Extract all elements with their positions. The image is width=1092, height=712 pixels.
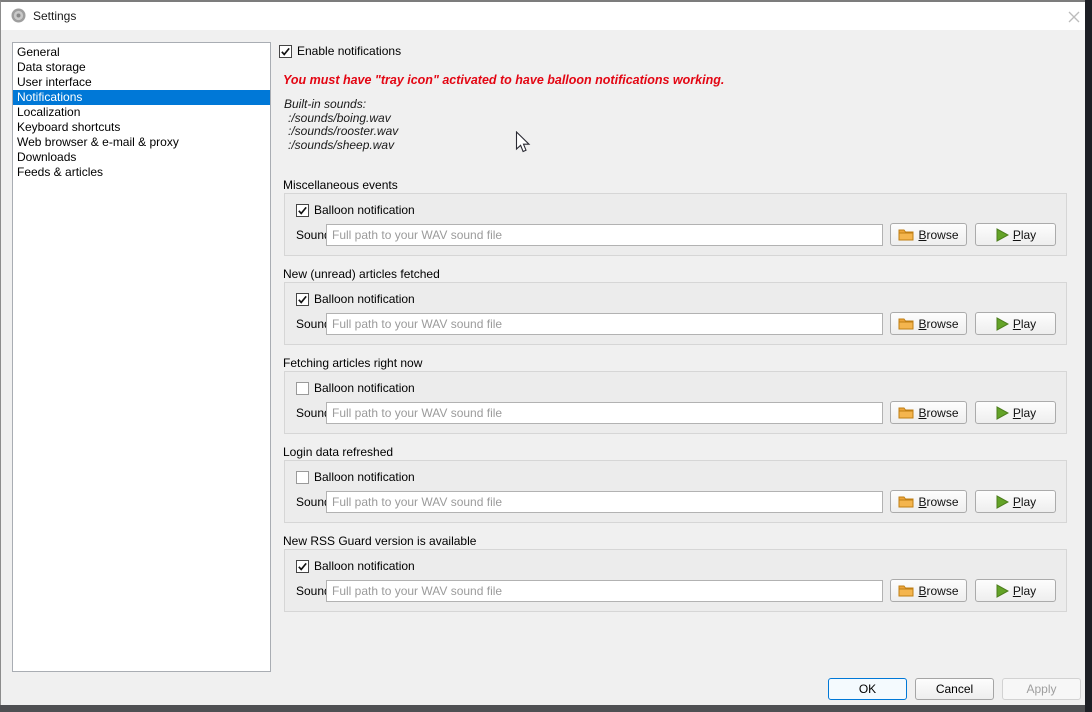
enable-notifications-label: Enable notifications bbox=[297, 44, 401, 58]
enable-notifications-row: Enable notifications bbox=[279, 44, 401, 58]
play-icon bbox=[995, 228, 1009, 242]
apply-button[interactable]: Apply bbox=[1002, 678, 1081, 700]
folder-icon bbox=[898, 317, 914, 330]
builtin-sound-path: :/sounds/boing.wav bbox=[284, 112, 398, 126]
sound-label: Sound bbox=[296, 406, 323, 420]
balloon-notification-label: Balloon notification bbox=[314, 470, 415, 484]
builtin-sounds-title: Built-in sounds: bbox=[284, 98, 398, 112]
sidebar-item-localization[interactable]: Localization bbox=[13, 105, 270, 120]
section-box: Balloon notification Sound Browse bbox=[284, 549, 1067, 612]
sound-label: Sound bbox=[296, 228, 323, 242]
desktop-edge-right bbox=[1085, 0, 1092, 712]
sound-path-input[interactable] bbox=[326, 580, 883, 602]
balloon-notification-label: Balloon notification bbox=[314, 292, 415, 306]
balloon-notification-checkbox[interactable] bbox=[296, 293, 309, 306]
play-button[interactable]: Play bbox=[975, 223, 1056, 246]
section-box: Balloon notification Sound Browse bbox=[284, 371, 1067, 434]
sidebar-item-web-browser-email-proxy[interactable]: Web browser & e-mail & proxy bbox=[13, 135, 270, 150]
section-title: Login data refreshed bbox=[283, 445, 1068, 457]
sound-path-input[interactable] bbox=[326, 224, 883, 246]
settings-categories-list: General Data storage User interface Noti… bbox=[12, 42, 271, 672]
sidebar-item-feeds-articles[interactable]: Feeds & articles bbox=[13, 165, 270, 180]
close-button[interactable] bbox=[1066, 9, 1082, 24]
desktop: Settings General Data storage User inter… bbox=[0, 0, 1092, 712]
desktop-edge-bottom bbox=[0, 705, 1085, 712]
play-button[interactable]: Play bbox=[975, 312, 1056, 335]
browse-button[interactable]: Browse bbox=[890, 490, 967, 513]
browse-button[interactable]: Browse bbox=[890, 579, 967, 602]
sidebar-item-user-interface[interactable]: User interface bbox=[13, 75, 270, 90]
builtin-sound-path: :/sounds/rooster.wav bbox=[284, 125, 398, 139]
settings-gear-icon bbox=[11, 8, 26, 23]
section-miscellaneous-events: Miscellaneous events Balloon notificatio… bbox=[283, 178, 1068, 256]
sound-path-input[interactable] bbox=[326, 491, 883, 513]
balloon-notification-checkbox[interactable] bbox=[296, 204, 309, 217]
tray-icon-warning-text: You must have "tray icon" activated to h… bbox=[283, 73, 724, 87]
section-title: New RSS Guard version is available bbox=[283, 534, 1068, 546]
sound-label: Sound bbox=[296, 317, 323, 331]
sidebar-item-general[interactable]: General bbox=[13, 45, 270, 60]
section-new-articles-fetched: New (unread) articles fetched Balloon no… bbox=[283, 267, 1068, 345]
balloon-notification-label: Balloon notification bbox=[314, 559, 415, 573]
balloon-notification-checkbox[interactable] bbox=[296, 382, 309, 395]
play-button[interactable]: Play bbox=[975, 401, 1056, 424]
sound-path-input[interactable] bbox=[326, 402, 883, 424]
window-title: Settings bbox=[33, 2, 76, 30]
play-icon bbox=[995, 317, 1009, 331]
section-login-data-refreshed: Login data refreshed Balloon notificatio… bbox=[283, 445, 1068, 523]
balloon-notification-label: Balloon notification bbox=[314, 203, 415, 217]
play-icon bbox=[995, 584, 1009, 598]
folder-icon bbox=[898, 495, 914, 508]
sidebar-item-keyboard-shortcuts[interactable]: Keyboard shortcuts bbox=[13, 120, 270, 135]
browse-button[interactable]: Browse bbox=[890, 312, 967, 335]
title-bar[interactable]: Settings bbox=[1, 2, 1085, 30]
balloon-notification-label: Balloon notification bbox=[314, 381, 415, 395]
folder-icon bbox=[898, 584, 914, 597]
play-icon bbox=[995, 406, 1009, 420]
ok-button[interactable]: OK bbox=[828, 678, 907, 700]
folder-icon bbox=[898, 228, 914, 241]
close-icon bbox=[1068, 11, 1080, 23]
cancel-button[interactable]: Cancel bbox=[915, 678, 994, 700]
section-new-version-available: New RSS Guard version is available Ballo… bbox=[283, 534, 1068, 612]
sidebar-item-downloads[interactable]: Downloads bbox=[13, 150, 270, 165]
builtin-sounds-block: Built-in sounds: :/sounds/boing.wav :/so… bbox=[284, 98, 398, 152]
play-icon bbox=[995, 495, 1009, 509]
enable-notifications-checkbox[interactable] bbox=[279, 45, 292, 58]
balloon-notification-checkbox[interactable] bbox=[296, 471, 309, 484]
browse-button[interactable]: Browse bbox=[890, 223, 967, 246]
section-title: Miscellaneous events bbox=[283, 178, 1068, 190]
section-fetching-articles: Fetching articles right now Balloon noti… bbox=[283, 356, 1068, 434]
play-button[interactable]: Play bbox=[975, 579, 1056, 602]
section-title: Fetching articles right now bbox=[283, 356, 1068, 368]
settings-window: Settings General Data storage User inter… bbox=[0, 0, 1085, 705]
builtin-sound-path: :/sounds/sheep.wav bbox=[284, 139, 398, 153]
balloon-notification-checkbox[interactable] bbox=[296, 560, 309, 573]
sound-label: Sound bbox=[296, 495, 323, 509]
sidebar-item-notifications[interactable]: Notifications bbox=[13, 90, 270, 105]
sound-path-input[interactable] bbox=[326, 313, 883, 335]
play-button[interactable]: Play bbox=[975, 490, 1056, 513]
section-title: New (unread) articles fetched bbox=[283, 267, 1068, 279]
sidebar-item-data-storage[interactable]: Data storage bbox=[13, 60, 270, 75]
section-box: Balloon notification Sound Browse bbox=[284, 460, 1067, 523]
section-box: Balloon notification Sound Browse bbox=[284, 193, 1067, 256]
folder-icon bbox=[898, 406, 914, 419]
browse-button[interactable]: Browse bbox=[890, 401, 967, 424]
sound-label: Sound bbox=[296, 584, 323, 598]
section-box: Balloon notification Sound Browse bbox=[284, 282, 1067, 345]
